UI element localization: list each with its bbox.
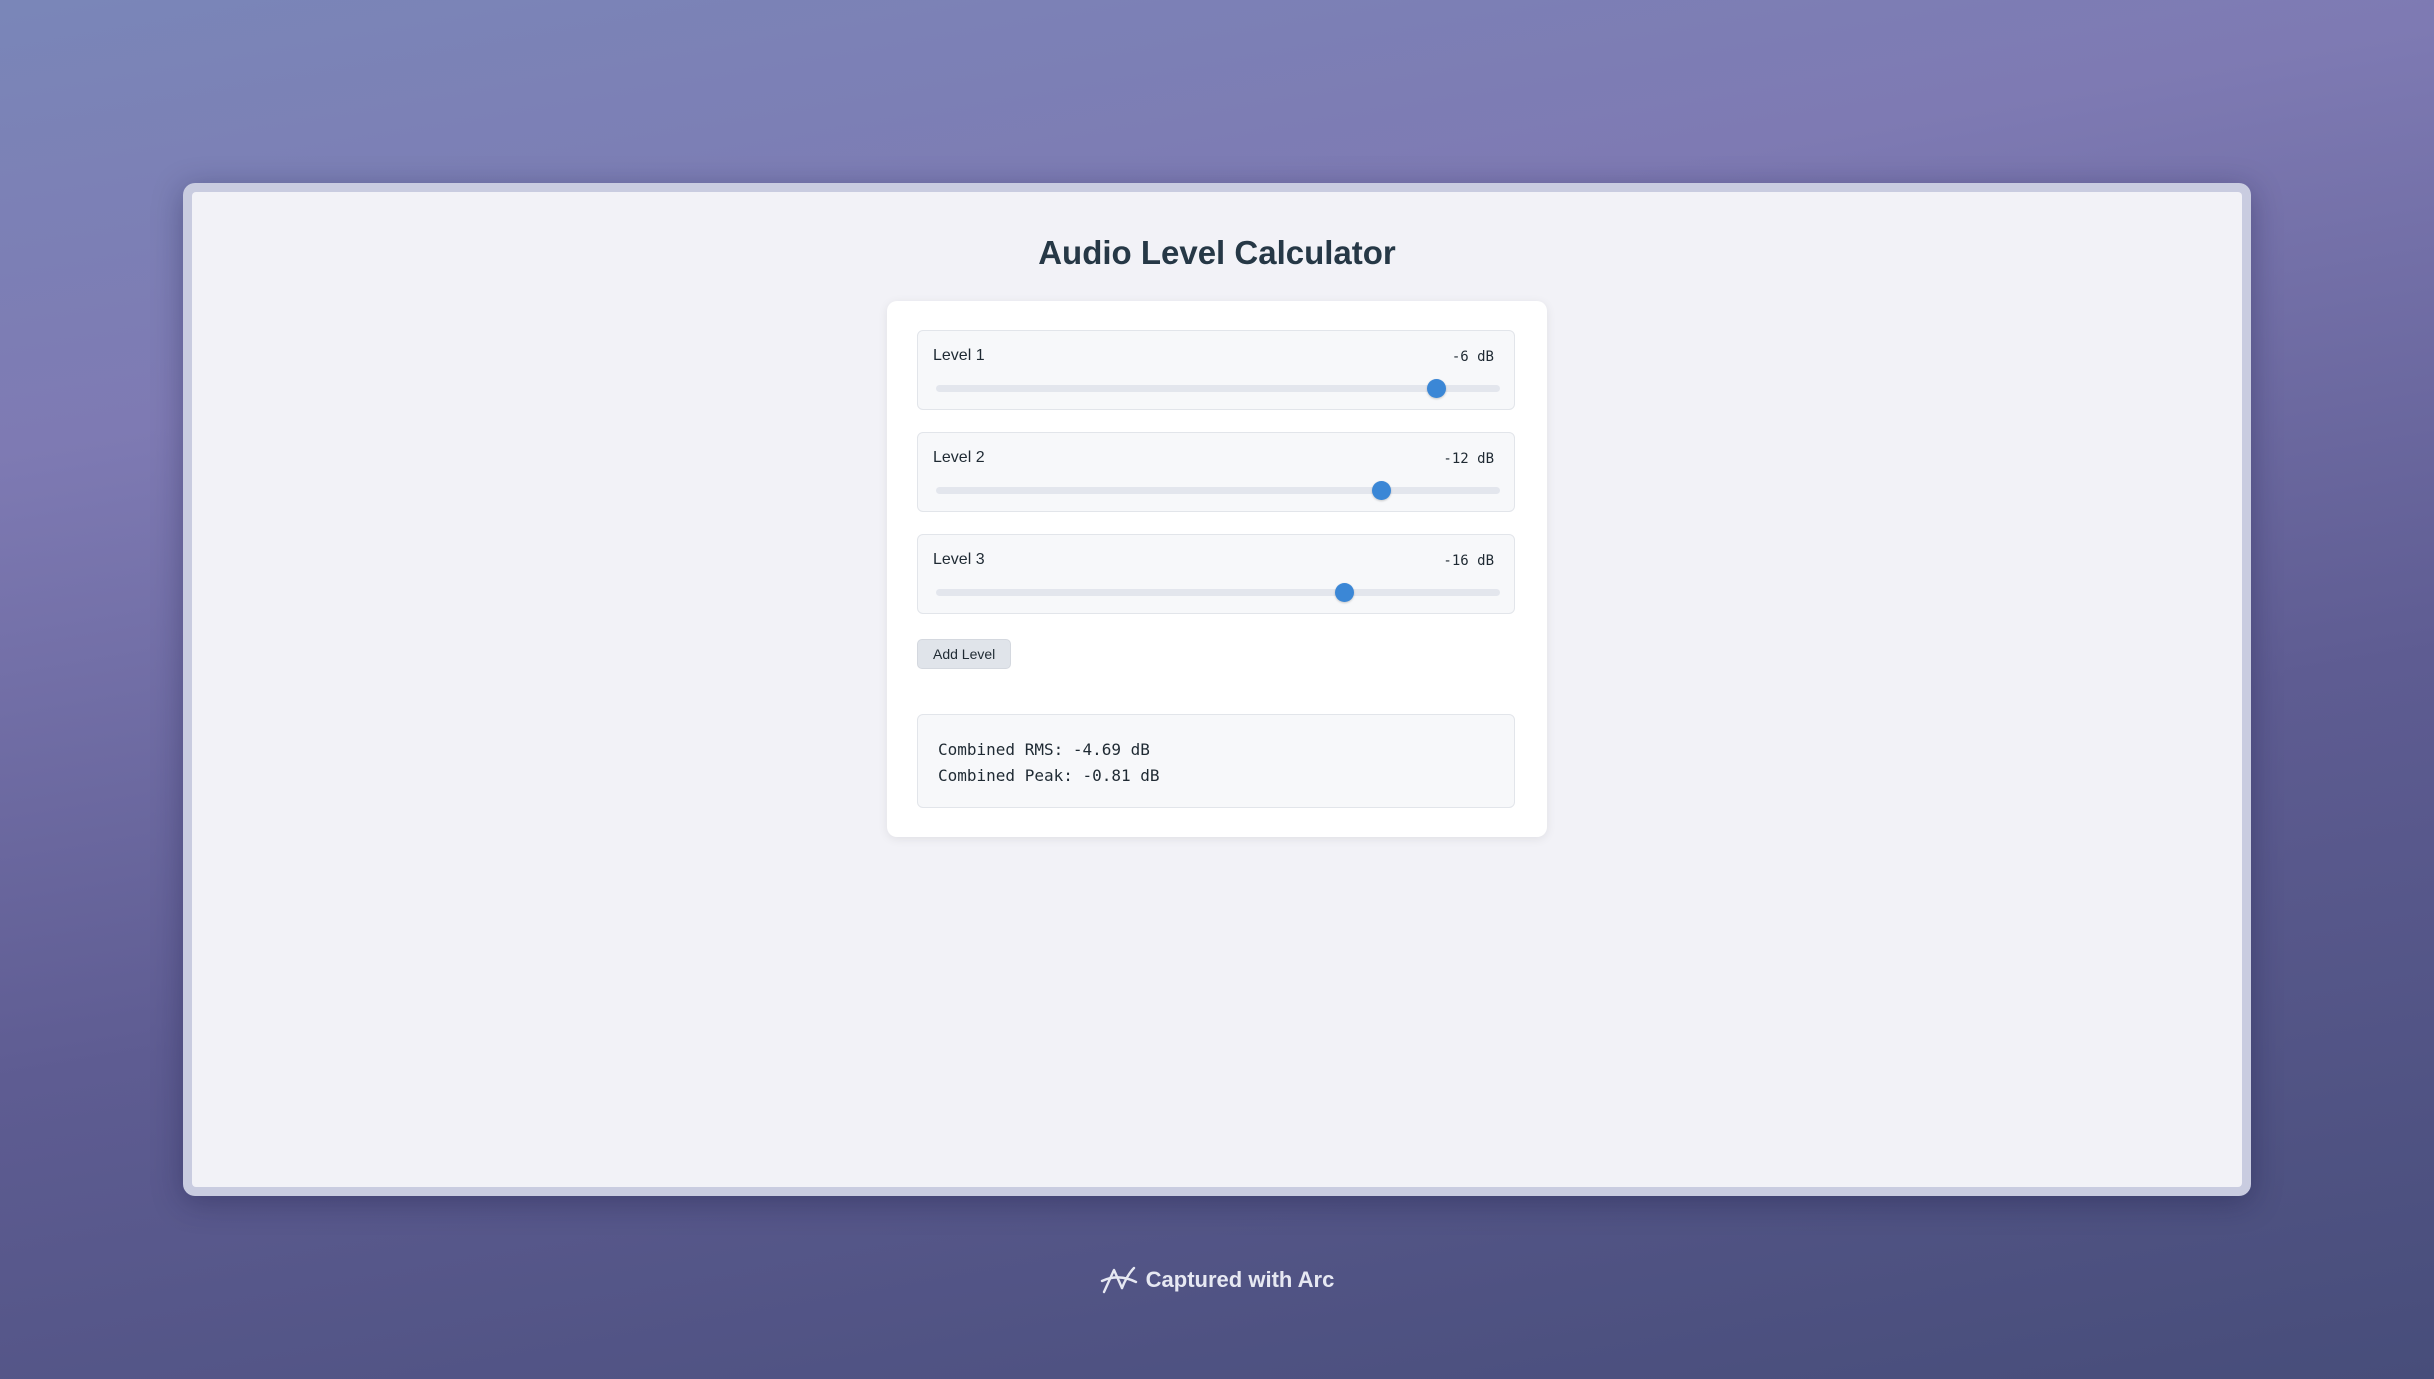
combined-peak: Combined Peak: -0.81 dB: [938, 766, 1160, 785]
results-panel: Combined RMS: -4.69 dB Combined Peak: -0…: [917, 714, 1515, 808]
level-value: -16 dB: [1443, 553, 1494, 569]
level-slider[interactable]: [936, 481, 1500, 500]
arc-logo-icon: [1100, 1264, 1138, 1296]
slider-thumb[interactable]: [1372, 481, 1392, 500]
slider-thumb[interactable]: [1334, 583, 1354, 602]
level-label: Level 3: [933, 551, 985, 568]
calculator-card: Level 1 -6 dB Level 2 -12 dB Level 3 -16…: [887, 301, 1547, 837]
level-row-2: Level 2 -12 dB: [917, 432, 1515, 512]
level-slider[interactable]: [936, 583, 1500, 602]
level-value: -12 dB: [1443, 451, 1494, 467]
level-value: -6 dB: [1451, 349, 1494, 365]
page-title: Audio Level Calculator: [1038, 234, 1396, 271]
level-label: Level 2: [933, 449, 985, 466]
app-page: Audio Level Calculator Level 1 -6 dB Lev…: [192, 192, 2242, 1187]
level-row-3: Level 3 -16 dB: [917, 534, 1515, 614]
combined-rms: Combined RMS: -4.69 dB: [938, 740, 1150, 759]
add-level-button[interactable]: Add Level: [917, 639, 1012, 669]
browser-window: Audio Level Calculator Level 1 -6 dB Lev…: [183, 183, 2251, 1196]
level-label: Level 1: [933, 347, 985, 364]
footer-text: Captured with Arc: [1145, 1267, 1335, 1292]
slider-thumb[interactable]: [1427, 379, 1447, 398]
level-slider[interactable]: [936, 379, 1500, 398]
level-row-1: Level 1 -6 dB: [917, 330, 1515, 410]
capture-footer: Captured with Arc: [0, 1264, 2434, 1296]
